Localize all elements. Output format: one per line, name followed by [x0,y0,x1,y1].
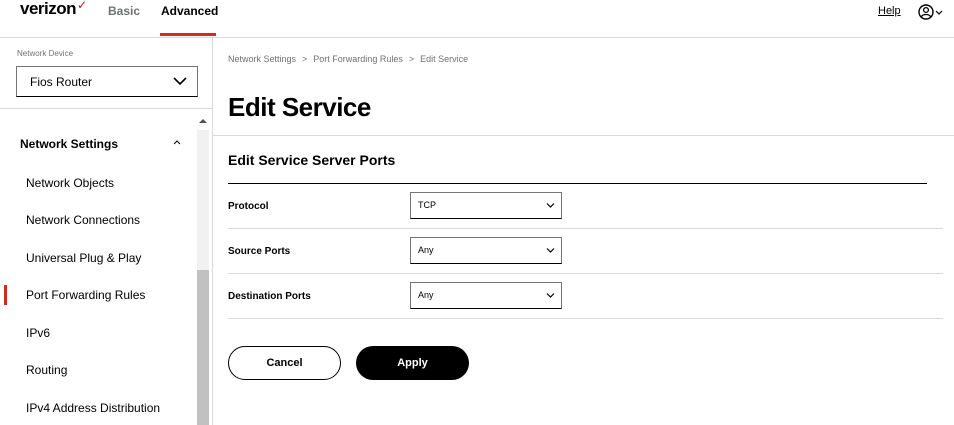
user-menu-button[interactable] [917,3,947,21]
chevron-down-icon [546,293,555,298]
row-divider [228,273,943,274]
breadcrumb-separator-icon: > [408,54,415,64]
chevron-down-icon [546,203,555,208]
help-link[interactable]: Help [878,5,901,17]
row-divider [228,228,943,229]
tab-advanced[interactable]: Advanced [161,4,218,18]
sidebar-item-network-objects[interactable]: Network Objects [26,176,114,190]
breadcrumb: Network Settings > Port Forwarding Rules > E… [228,54,468,64]
breadcrumb-port-forwarding-rules[interactable]: Port Forwarding Rules [313,54,403,64]
sidebar-scrollbar-thumb[interactable] [197,270,209,425]
page-title: Edit Service [228,92,371,122]
network-device-label: Network Device [17,49,74,58]
verizon-logo[interactable]: verizon✓ [20,0,87,19]
section-title: Edit Service Server Ports [228,152,396,168]
protocol-label: Protocol [228,201,269,212]
destination-ports-value: Any [418,290,434,300]
sidebar-item-ipv4-address-distribution[interactable]: IPv4 Address Distribution [26,401,160,415]
breadcrumb-network-settings[interactable]: Network Settings [228,54,296,64]
network-device-select[interactable]: Fios Router [16,66,198,97]
sidebar-section-network-settings[interactable]: Network Settings [20,137,118,151]
breadcrumb-separator-icon: > [302,54,308,64]
user-icon [918,4,943,20]
sidebar-item-universal-plug-and-play[interactable]: Universal Plug & Play [26,251,141,265]
title-divider [213,135,954,136]
sidebar-item-network-connections[interactable]: Network Connections [26,213,140,227]
source-ports-select[interactable]: Any [410,237,562,264]
protocol-select[interactable]: TCP [410,192,562,219]
apply-button[interactable]: Apply [356,346,469,380]
chevron-down-icon [173,77,187,86]
chevron-down-icon [546,248,555,253]
source-ports-label: Source Ports [228,246,291,257]
destination-ports-select[interactable]: Any [410,282,562,309]
section-divider [228,183,927,184]
sidebar-item-routing[interactable]: Routing [26,363,67,377]
sidebar-item-ipv6[interactable]: IPv6 [26,326,50,340]
active-item-indicator [4,285,7,305]
network-device-value: Fios Router [30,75,93,89]
active-tab-indicator [160,33,216,36]
breadcrumb-edit-service: Edit Service [420,54,469,64]
scroll-up-arrow-icon[interactable] [198,116,208,126]
sidebar-divider [0,108,212,109]
top-bar: verizon✓ Basic Advanced Help [0,0,954,38]
verizon-check-icon: ✓ [77,0,87,12]
row-divider [228,318,943,319]
cancel-button[interactable]: Cancel [228,346,341,380]
tab-basic[interactable]: Basic [108,4,140,18]
source-ports-value: Any [418,245,434,255]
destination-ports-label: Destination Ports [228,291,311,302]
sidebar-item-port-forwarding-rules[interactable]: Port Forwarding Rules [26,288,145,302]
sidebar: Network Device Fios Router Network Setti… [0,38,213,425]
protocol-value: TCP [418,200,436,210]
chevron-up-icon[interactable] [172,138,182,146]
